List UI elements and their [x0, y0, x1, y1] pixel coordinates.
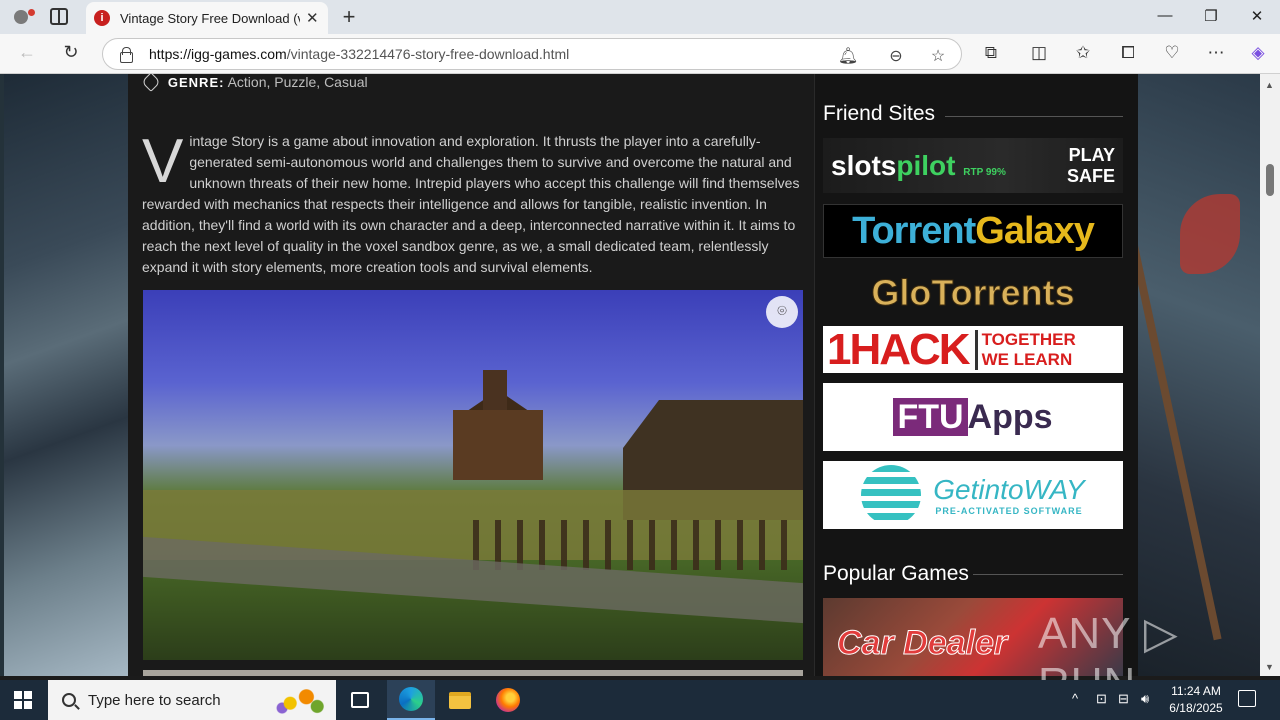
page-scrollbar[interactable]: ▲ ▼ — [1260, 74, 1280, 676]
next-screenshot — [143, 670, 803, 676]
search-placeholder: Type here to search — [88, 691, 221, 709]
friend-sites-heading: Friend Sites — [823, 102, 936, 125]
slotspilot-ad[interactable]: slotspilot RTP 99% PLAY SAFE — [823, 138, 1123, 193]
show-hidden-icons-icon[interactable]: ^ — [1072, 691, 1078, 706]
background-art-right — [1138, 74, 1260, 676]
clock-time: 11:24 AM — [1171, 684, 1221, 698]
taskbar-search[interactable]: Type here to search — [48, 680, 336, 720]
restore-icon[interactable]: ❐ — [1196, 7, 1226, 25]
network-icon[interactable]: ⊟ — [1118, 691, 1129, 707]
article-text: intage Story is a game about innovation … — [142, 133, 800, 275]
popular-games-heading: Popular Games — [823, 562, 969, 585]
collections-icon[interactable]: ⧠ — [1116, 43, 1140, 63]
glotorrents-logo: GloTorrents — [871, 272, 1075, 314]
genre-label: GENRE: — [167, 75, 225, 90]
file-explorer-icon[interactable] — [436, 680, 484, 720]
sidebar: Friend Sites slotspilot RTP 99% PLAY SAFE… — [814, 74, 1138, 676]
url-domain: https://igg-games.com — [149, 46, 287, 62]
background-art-left — [4, 74, 128, 676]
start-icon[interactable] — [14, 691, 32, 709]
favorite-icon[interactable]: ☆ — [927, 46, 949, 66]
split-icon[interactable]: ◫ — [1027, 43, 1051, 63]
extensions-icon[interactable]: ⧉ — [979, 43, 1003, 63]
scroll-thumb[interactable] — [1266, 164, 1274, 196]
game-screenshot[interactable]: ⌾ — [143, 290, 803, 660]
notification-icon[interactable] — [1238, 690, 1256, 707]
1hack-logo: 1HACK — [827, 326, 971, 373]
url-path: /vintage-332214476-story-free-download.h… — [286, 46, 570, 62]
search-icon — [62, 693, 76, 707]
new-tab-icon[interactable]: + — [338, 4, 360, 30]
main-content: GENRE: Action, Puzzle, Casual V intage S… — [128, 74, 814, 676]
torrentgalaxy-logo: TorrentGalaxy — [852, 209, 1095, 252]
visual-search-icon[interactable]: ⌾ — [766, 296, 798, 328]
genre-values[interactable]: Action, Puzzle, Casual — [228, 74, 368, 90]
heading-divider — [973, 574, 1123, 575]
scroll-up-icon[interactable]: ▲ — [1265, 80, 1274, 90]
article-body: V intage Story is a game about innovatio… — [142, 131, 802, 278]
minimize-icon[interactable]: — — [1150, 7, 1180, 24]
genre-line: GENRE: Action, Puzzle, Casual — [141, 74, 368, 92]
window-close-icon[interactable]: ✕ — [1242, 7, 1272, 25]
torrentgalaxy-ad[interactable]: TorrentGalaxy — [823, 204, 1123, 258]
web-page: GENRE: Action, Puzzle, Casual V intage S… — [0, 74, 1260, 676]
clock-date: 6/18/2025 — [1169, 701, 1223, 715]
taskbar: Type here to search ^ ⊡ ⊟ 🔊︎ 11:24 AM 6/… — [0, 680, 1280, 720]
heading-divider — [945, 116, 1123, 117]
bell-icon[interactable]: 🔔︎ — [837, 46, 859, 66]
1hack-slogan: TOGETHER WE LEARN — [974, 329, 1076, 370]
play-safe-text: PLAY SAFE — [1066, 144, 1115, 186]
dropcap: V — [142, 127, 184, 196]
reading-icon[interactable]: ⊖ — [885, 46, 907, 66]
url-text[interactable]: https://igg-games.com/vintage-332214476-… — [149, 46, 569, 62]
device-icon[interactable]: ⊡ — [1096, 691, 1107, 707]
popular-game-title: Car Dealer — [836, 624, 1008, 663]
scroll-down-icon[interactable]: ▼ — [1265, 662, 1274, 672]
tag-icon — [141, 74, 161, 92]
volume-icon[interactable]: 🔊︎ — [1141, 691, 1149, 707]
ftuapps-logo: FTU Apps — [893, 397, 1053, 437]
browser-essentials-icon[interactable]: ♡ — [1160, 43, 1184, 63]
glotorrents-ad[interactable]: GloTorrents — [823, 270, 1123, 316]
getintoway-logo: GetintoWAY PRE-ACTIVATED SOFTWARE — [933, 474, 1085, 516]
clock[interactable]: 11:24 AM 6/18/2025 — [1160, 683, 1232, 717]
tabs-icon[interactable] — [50, 8, 68, 25]
getintoway-mark — [861, 465, 922, 525]
tab-title: Vintage Story Free Download (v1. — [120, 10, 300, 26]
close-icon[interactable]: ✕ — [306, 9, 319, 27]
1hack-ad[interactable]: 1HACK TOGETHER WE LEARN — [823, 326, 1123, 373]
getintoway-ad[interactable]: GetintoWAY PRE-ACTIVATED SOFTWARE — [823, 461, 1123, 529]
browser-tab[interactable]: i Vintage Story Free Download (v1. ✕ — [86, 2, 328, 34]
edge-taskbar-icon[interactable] — [387, 680, 435, 720]
ftuapps-ad[interactable]: FTU Apps — [823, 383, 1123, 451]
address-bar[interactable]: https://igg-games.com/vintage-332214476-… — [102, 38, 962, 70]
lock-icon[interactable] — [119, 47, 133, 63]
copilot-icon[interactable]: ◈ — [1246, 43, 1270, 63]
search-highlight-image — [274, 684, 328, 716]
more-icon[interactable]: ⋯ — [1204, 43, 1228, 63]
refresh-icon[interactable]: ↻ — [58, 42, 84, 63]
task-view-icon[interactable] — [336, 680, 384, 720]
slotspilot-logo: slotspilot RTP 99% — [831, 149, 1006, 181]
firefox-icon[interactable] — [484, 680, 532, 720]
favorites-icon[interactable]: ✩ — [1071, 43, 1095, 63]
profile-icon[interactable] — [8, 5, 35, 29]
back-icon[interactable]: ← — [14, 42, 40, 63]
favicon-icon: i — [94, 10, 110, 26]
tab-bar: i Vintage Story Free Download (v1. ✕ + —… — [0, 0, 1280, 34]
